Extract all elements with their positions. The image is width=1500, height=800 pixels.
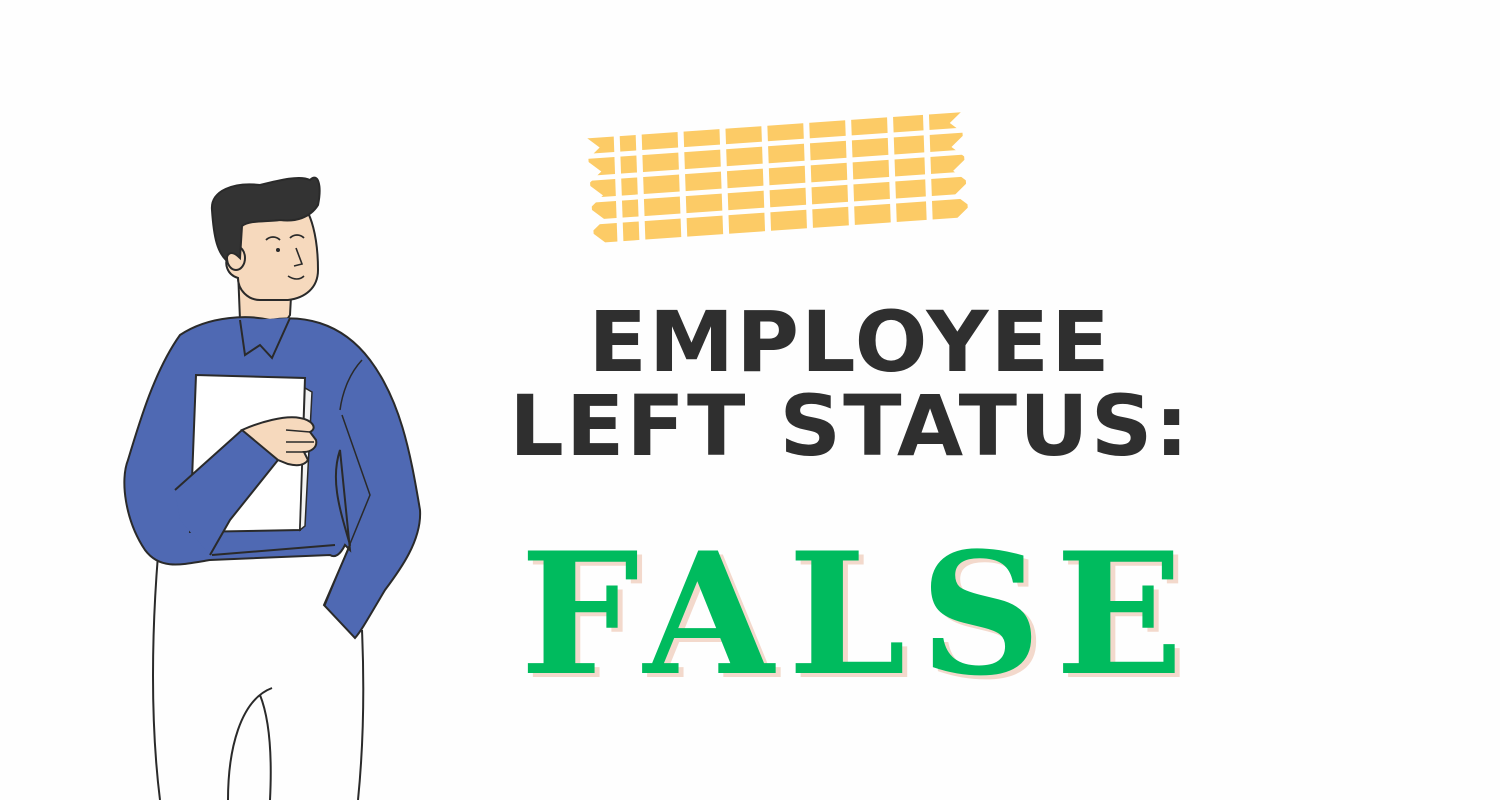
canvas: EMPLOYEE LEFT STATUS: FALSE bbox=[0, 0, 1500, 800]
person-icon bbox=[123, 176, 422, 800]
heading-line-employee: EMPLOYEE bbox=[588, 293, 1112, 391]
man-illustration bbox=[100, 160, 460, 800]
heading: EMPLOYEE LEFT STATUS: bbox=[480, 300, 1220, 468]
status-value: FALSE bbox=[520, 515, 1198, 713]
heading-line-left-status: LEFT STATUS: bbox=[509, 377, 1191, 475]
grid-tape-icon bbox=[578, 107, 978, 247]
tape-decoration bbox=[578, 105, 980, 247]
